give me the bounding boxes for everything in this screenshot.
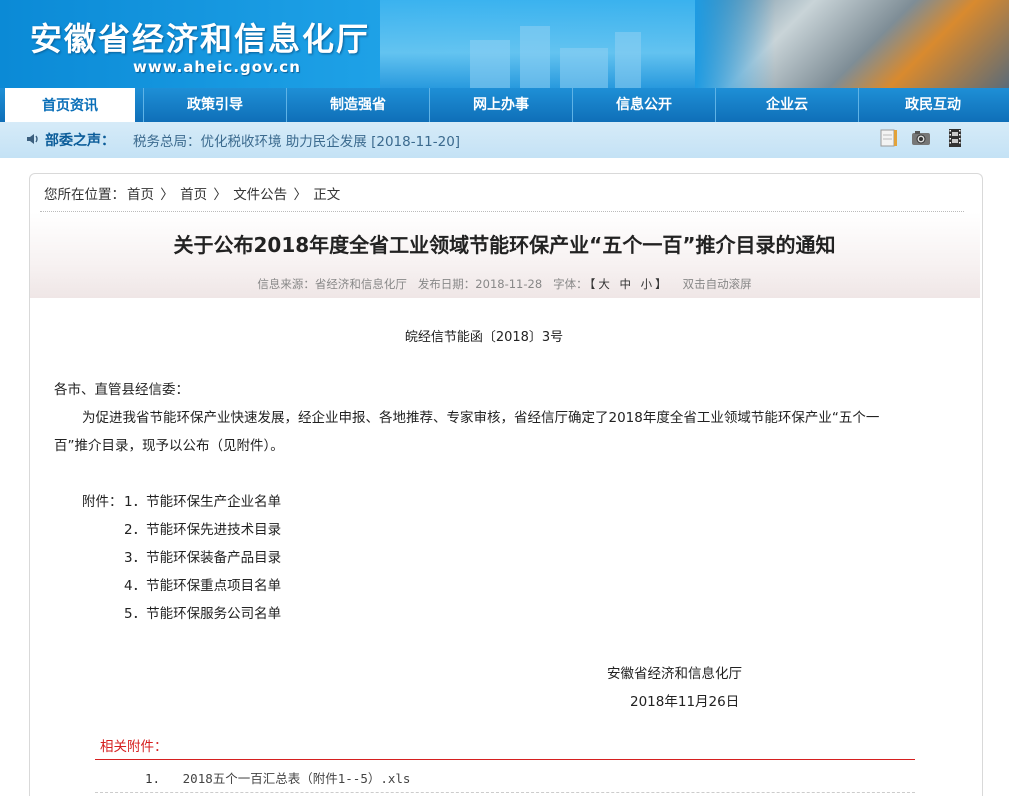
article-meta: 信息来源：省经济和信息化厅 发布日期：2018-11-28 字体： 【大 中 小】… — [0, 276, 1009, 292]
nav-item-info-disclosure[interactable]: 信息公开 — [572, 88, 715, 122]
breadcrumb-separator: 〉 — [160, 187, 174, 203]
header-building — [470, 40, 510, 88]
ticker-headline[interactable]: 税务总局：优化税收环境 助力民企发展 [2018-11-20] — [133, 130, 460, 150]
font-size-switcher[interactable]: 【大 中 小】 — [590, 277, 670, 291]
nav-item-online-service[interactable]: 网上办事 — [429, 88, 572, 122]
breadcrumb: 您所在位置： 首页 〉 首页 〉 文件公告 〉 正文 — [44, 183, 342, 203]
attachment-list-item: 3．节能环保装备产品目录 — [124, 550, 282, 566]
body-paragraph-cont: 百”推介目录，现予以公布（见附件）。 — [54, 438, 284, 454]
header-building — [560, 48, 608, 88]
notepad-icon[interactable] — [878, 127, 900, 149]
header-factory-image — [695, 0, 1009, 88]
breadcrumb-item[interactable]: 首页 — [127, 187, 154, 203]
article-title: 关于公布2018年度全省工业领域节能环保产业“五个一百”推介目录的通知 — [173, 233, 836, 257]
nav-item-enterprise-cloud[interactable]: 企业云 — [715, 88, 858, 122]
auto-scroll-link[interactable]: 双击自动滚屏 — [683, 277, 752, 291]
film-icon[interactable] — [944, 127, 966, 149]
attachment-list-item: 5．节能环保服务公司名单 — [124, 606, 282, 622]
header-building — [615, 32, 641, 88]
meta-source: 信息来源：省经济和信息化厅 — [257, 277, 407, 291]
header-building — [520, 26, 550, 88]
salutation: 各市、直管县经信委： — [54, 382, 189, 398]
camera-icon[interactable] — [910, 127, 932, 149]
divider — [95, 759, 915, 760]
breadcrumb-current: 正文 — [313, 187, 341, 203]
site-title[interactable]: 安徽省经济和信息化厅 — [30, 14, 370, 60]
related-attachments-heading: 相关附件： — [100, 739, 168, 755]
breadcrumb-separator: 〉 — [293, 187, 307, 203]
nav-item-manufacturing[interactable]: 制造强省 — [286, 88, 429, 122]
breadcrumb-item[interactable]: 文件公告 — [233, 187, 287, 203]
attachment-list-item: 1．节能环保生产企业名单 — [124, 494, 282, 510]
related-file-item: 1. 2018五个一百汇总表（附件1--5）.xls — [145, 768, 410, 787]
document-number: 皖经信节能函〔2018〕3号 — [404, 330, 564, 345]
signature-org: 安徽省经济和信息化厅 — [607, 666, 742, 682]
related-file-number: 1. — [145, 771, 161, 786]
signature-date: 2018年11月26日 — [630, 694, 740, 710]
meta-date: 发布日期：2018-11-28 — [417, 277, 543, 291]
body-paragraph: 为促进我省节能环保产业快速发展，经企业申报、各地推荐、专家审核，省经信厅确定了2… — [82, 410, 880, 426]
speaker-icon — [27, 134, 38, 144]
breadcrumb-item[interactable]: 首页 — [180, 187, 207, 203]
site-header: 安徽省经济和信息化厅 www.aheic.gov.cn — [0, 0, 1009, 88]
ticker-label: 部委之声： — [45, 133, 115, 149]
divider — [95, 792, 915, 793]
nav-item-policy[interactable]: 政策引导 — [143, 88, 286, 122]
main-nav: 首页资讯 政策引导 制造强省 网上办事 信息公开 企业云 政民互动 — [0, 88, 1009, 123]
meta-font-label: 字体： — [553, 277, 588, 291]
breadcrumb-separator: 〉 — [213, 187, 227, 203]
nav-item-interaction[interactable]: 政民互动 — [858, 88, 1007, 122]
attachment-list-item: 2．节能环保先进技术目录 — [124, 522, 282, 538]
nav-item-home-news[interactable]: 首页资讯 — [5, 88, 135, 123]
related-file-link[interactable]: 2018五个一百汇总表（附件1--5）.xls — [183, 771, 411, 786]
attachments-label: 附件： — [82, 494, 123, 510]
breadcrumb-prefix: 您所在位置： — [44, 187, 125, 203]
attachment-list-item: 4．节能环保重点项目名单 — [124, 578, 282, 594]
site-url[interactable]: www.aheic.gov.cn — [133, 58, 301, 76]
